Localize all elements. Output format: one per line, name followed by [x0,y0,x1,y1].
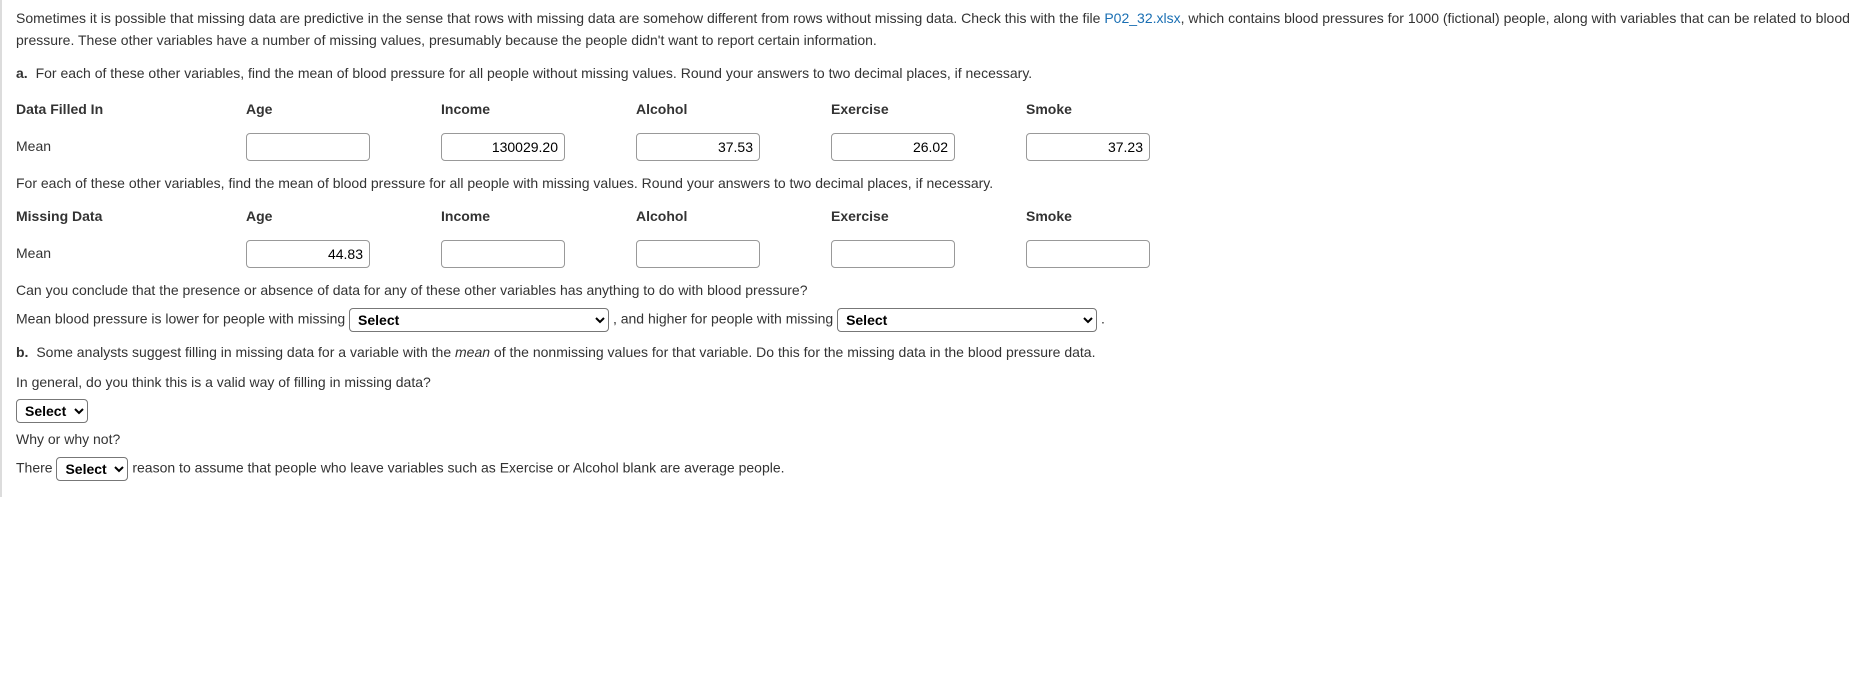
intro-part1: Sometimes it is possible that missing da… [16,10,1104,26]
why-p1: There [16,460,56,476]
table2-col-income: Income [441,200,636,234]
select-valid[interactable]: Select [16,399,88,423]
part-b-mean-word: mean [455,344,490,360]
table1-col-income: Income [441,93,636,127]
table-filled-in: Data Filled In Age Income Alcohol Exerci… [16,93,1221,167]
select-reason[interactable]: Select [56,457,128,481]
part-b-prompt-p2: of the nonmissing values for that variab… [490,344,1095,360]
conclude-sentence: Mean blood pressure is lower for people … [16,308,1852,332]
input-missing-income[interactable] [441,240,565,268]
part-b: b. Some analysts suggest filling in miss… [16,342,1852,364]
valid-question: In general, do you think this is a valid… [16,372,1852,394]
input-filled-smoke[interactable] [1026,133,1150,161]
table2-col-alcohol: Alcohol [636,200,831,234]
part-b-letter: b. [16,344,28,360]
table2-col-exercise: Exercise [831,200,1026,234]
select-lower-missing[interactable]: Select [349,308,609,332]
table2-mean-label: Mean [16,234,246,274]
part-a-prompt1: For each of these other variables, find … [36,65,1033,81]
table1-col-alcohol: Alcohol [636,93,831,127]
table1-rowheader: Data Filled In [16,93,246,127]
why-sentence: There Select reason to assume that peopl… [16,457,1852,481]
input-filled-exercise[interactable] [831,133,955,161]
input-missing-smoke[interactable] [1026,240,1150,268]
concl-p3: . [1101,311,1105,327]
part-a: a. For each of these other variables, fi… [16,63,1852,85]
input-missing-alcohol[interactable] [636,240,760,268]
intro-text: Sometimes it is possible that missing da… [16,8,1852,51]
input-filled-alcohol[interactable] [636,133,760,161]
conclude-question: Can you conclude that the presence or ab… [16,280,1852,302]
why-p2: reason to assume that people who leave v… [132,460,784,476]
part-a-letter: a. [16,65,28,81]
part-a-prompt2: For each of these other variables, find … [16,173,1852,195]
table1-mean-label: Mean [16,127,246,167]
table1-col-smoke: Smoke [1026,93,1221,127]
part-b-prompt-p1: Some analysts suggest filling in missing… [36,344,455,360]
input-filled-income[interactable] [441,133,565,161]
input-missing-age[interactable] [246,240,370,268]
input-filled-age[interactable] [246,133,370,161]
question-container: Sometimes it is possible that missing da… [0,0,1866,497]
table2-rowheader: Missing Data [16,200,246,234]
input-missing-exercise[interactable] [831,240,955,268]
why-question: Why or why not? [16,429,1852,451]
concl-p2: , and higher for people with missing [613,311,837,327]
concl-p1: Mean blood pressure is lower for people … [16,311,349,327]
table2-col-age: Age [246,200,441,234]
table1-col-exercise: Exercise [831,93,1026,127]
file-link[interactable]: P02_32.xlsx [1104,10,1180,26]
table2-col-smoke: Smoke [1026,200,1221,234]
select-higher-missing[interactable]: Select [837,308,1097,332]
table1-col-age: Age [246,93,441,127]
table-missing: Missing Data Age Income Alcohol Exercise… [16,200,1221,274]
